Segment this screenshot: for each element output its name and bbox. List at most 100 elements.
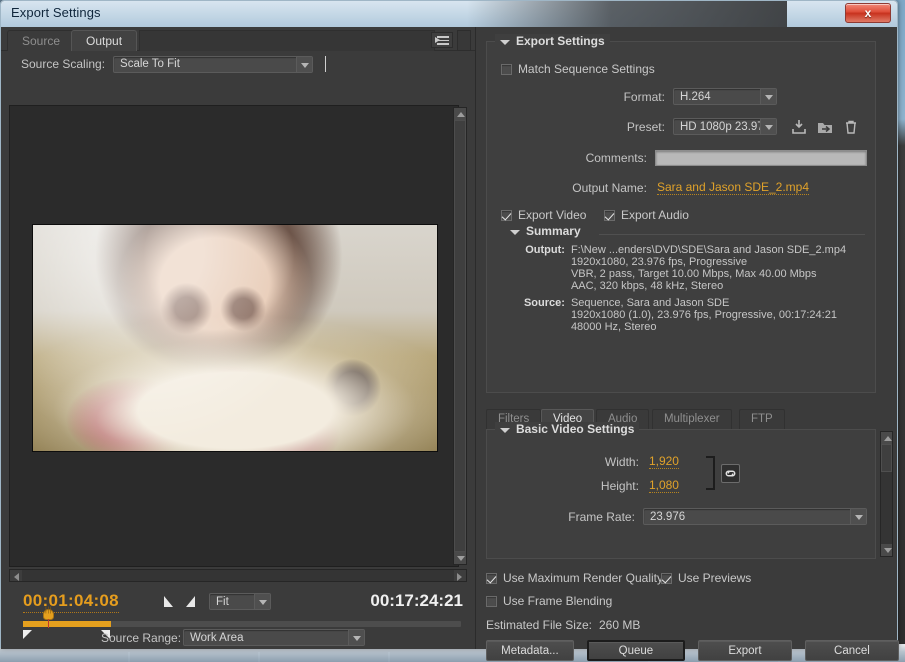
max-render-quality-label: Use Maximum Render Quality (503, 571, 663, 585)
preset-dropdown[interactable]: HD 1080p 23.976 (673, 118, 777, 135)
estimated-file-size-label: Estimated File Size: (486, 618, 592, 632)
export-settings-window: Export Settings x Source Output Source S… (0, 0, 898, 648)
width-value[interactable]: 1,920 (649, 454, 679, 469)
max-render-quality-row[interactable]: Use Maximum Render Quality (486, 571, 663, 585)
preview-horizontal-scrollbar[interactable] (9, 569, 467, 582)
frame-rate-dropdown[interactable]: 23.976 (643, 508, 867, 525)
scrollbar-thumb[interactable] (881, 444, 892, 472)
source-scaling-value: Scale To Fit (114, 58, 296, 70)
dialog-body: Source Output Source Scaling: Scale To F… (1, 27, 897, 647)
work-area-bar[interactable] (23, 621, 111, 627)
scroll-up-icon[interactable] (454, 108, 466, 120)
scroll-down-icon[interactable] (881, 544, 892, 556)
export-audio-row[interactable]: Export Audio (604, 208, 689, 222)
disclosure-triangle-icon[interactable] (500, 40, 510, 45)
format-dropdown[interactable]: H.264 (673, 88, 777, 105)
summary-output-line: VBR, 2 pass, Target 10.00 Mbps, Max 40.0… (571, 268, 846, 280)
tab-source[interactable]: Source (7, 30, 75, 51)
dialog-buttons: Metadata... Queue Export Cancel (486, 640, 899, 661)
mark-out-icon[interactable] (186, 596, 195, 607)
link-chain-icon[interactable] (721, 464, 740, 483)
tab-multiplexer[interactable]: Multiplexer (652, 409, 732, 429)
chevron-down-icon (348, 630, 364, 645)
chevron-down-icon (296, 57, 312, 72)
match-sequence-settings-checkbox[interactable] (501, 64, 512, 75)
link-bracket (706, 456, 715, 490)
export-video-row[interactable]: Export Video (501, 208, 587, 222)
queue-button[interactable]: Queue (587, 640, 685, 661)
disclosure-triangle-icon[interactable] (510, 230, 520, 235)
summary-output-key: Output: (511, 244, 565, 292)
preset-label: Preset: (487, 120, 665, 134)
source-scaling-label: Source Scaling: (21, 57, 105, 71)
mark-in-icon[interactable] (164, 596, 173, 607)
video-preview-area[interactable] (9, 105, 459, 567)
comments-input[interactable] (655, 150, 867, 166)
scroll-up-icon[interactable] (881, 432, 892, 444)
source-range-dropdown[interactable]: Work Area (183, 629, 365, 646)
window-titlebar[interactable]: Export Settings x (1, 1, 897, 27)
export-audio-checkbox[interactable] (604, 210, 615, 221)
scroll-down-icon[interactable] (454, 552, 466, 564)
output-name-label: Output Name: (487, 181, 647, 195)
cancel-button[interactable]: Cancel (805, 640, 899, 661)
summary-source-line: 1920x1080 (1.0), 23.976 fps, Progressive… (571, 309, 837, 321)
tab-output[interactable]: Output (71, 30, 137, 51)
playhead-marker[interactable] (43, 609, 54, 627)
height-value[interactable]: 1,080 (649, 478, 679, 493)
export-audio-label: Export Audio (621, 208, 689, 222)
tabbar-endcap (457, 30, 471, 51)
preview-vertical-scrollbar[interactable] (453, 107, 467, 565)
preview-tabbar: Source Output (1, 27, 475, 51)
use-previews-checkbox[interactable] (661, 573, 672, 584)
estimated-file-size-value: 260 MB (599, 618, 640, 632)
summary-source-key: Source: (511, 297, 565, 333)
source-range-label: Source Range: (101, 631, 181, 645)
preset-value: HD 1080p 23.976 (674, 121, 760, 133)
summary-source-line: 48000 Hz, Stereo (571, 321, 837, 333)
format-value: H.264 (674, 91, 760, 103)
in-point-handle[interactable] (23, 630, 32, 639)
tab-ftp[interactable]: FTP (739, 409, 785, 429)
export-button[interactable]: Export (698, 640, 792, 661)
scroll-right-icon[interactable] (454, 570, 466, 581)
frame-rate-value: 23.976 (644, 511, 850, 523)
frame-blending-checkbox[interactable] (486, 596, 497, 607)
close-button[interactable]: x (845, 3, 891, 23)
settings-panel: Export Settings Match Sequence Settings … (476, 27, 897, 649)
timeline-scrubber[interactable] (23, 621, 461, 627)
zoom-level-dropdown[interactable]: Fit (209, 593, 271, 610)
chevron-down-icon (760, 119, 776, 134)
panel-menu-icon[interactable] (431, 32, 453, 48)
match-sequence-settings-row[interactable]: Match Sequence Settings (501, 62, 655, 76)
export-settings-group-title: Export Settings (495, 34, 610, 48)
video-settings-scrollbar[interactable] (880, 431, 893, 557)
height-label: Height: (487, 479, 639, 493)
metadata-button[interactable]: Metadata... (486, 640, 574, 661)
transport-controls: 00:01:04:08 Fit 00:17:24:21 Source Range… (1, 587, 477, 649)
import-preset-icon[interactable] (817, 119, 833, 135)
delete-preset-icon[interactable] (843, 119, 859, 135)
scrollbar-thumb[interactable] (454, 120, 466, 552)
export-video-checkbox[interactable] (501, 210, 512, 221)
output-name-value[interactable]: Sara and Jason SDE_2.mp4 (657, 180, 809, 195)
zoom-level-value: Fit (210, 596, 254, 608)
summary-source-line: Sequence, Sara and Jason SDE (571, 297, 837, 309)
summary-content: Output: F:\New ...enders\DVD\SDE\Sara an… (511, 244, 846, 333)
export-settings-group: Export Settings Match Sequence Settings … (486, 41, 876, 393)
source-range-value: Work Area (184, 632, 348, 644)
frame-blending-row[interactable]: Use Frame Blending (486, 594, 612, 608)
frame-blending-label: Use Frame Blending (503, 594, 612, 608)
format-label: Format: (487, 90, 665, 104)
source-scaling-row: Source Scaling: Scale To Fit (1, 51, 475, 77)
summary-output-line: 1920x1080, 23.976 fps, Progressive (571, 256, 846, 268)
preview-frame-image (32, 224, 438, 452)
save-preset-icon[interactable] (791, 119, 807, 135)
source-scaling-dropdown[interactable]: Scale To Fit (113, 56, 313, 73)
scroll-left-icon[interactable] (10, 570, 22, 581)
summary-rule (599, 234, 865, 235)
use-previews-row[interactable]: Use Previews (661, 571, 751, 585)
max-render-quality-checkbox[interactable] (486, 573, 497, 584)
current-timecode[interactable]: 00:01:04:08 (23, 591, 119, 613)
disclosure-triangle-icon[interactable] (500, 428, 510, 433)
